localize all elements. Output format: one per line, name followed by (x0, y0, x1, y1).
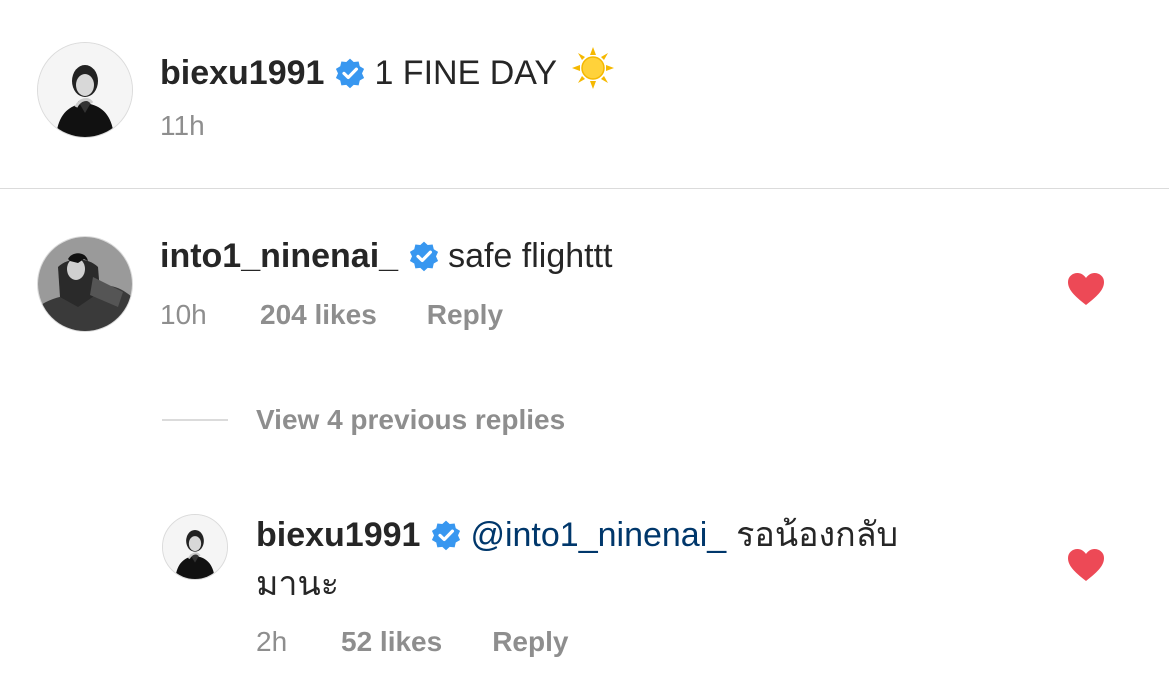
avatar-image (38, 43, 132, 137)
divider (0, 188, 1169, 189)
avatar[interactable] (37, 42, 133, 138)
mention-link[interactable]: @into1_ninenai_ (470, 515, 726, 555)
comment-username[interactable]: into1_ninenai_ (160, 236, 398, 276)
heart-icon[interactable] (1067, 548, 1105, 582)
avatar-image (38, 237, 132, 331)
reply-text-line1: รอน้องกลับ (736, 515, 899, 555)
replies-line (162, 419, 228, 421)
avatar-image (163, 515, 227, 579)
reply-button[interactable]: Reply (492, 626, 568, 658)
comment-time: 10h (160, 299, 207, 330)
reply-username[interactable]: biexu1991 (256, 515, 420, 555)
comment-text: safe flighttt (448, 237, 613, 275)
verified-badge-icon (430, 519, 462, 551)
caption-time: 11h (160, 110, 205, 141)
reply-time: 2h (256, 626, 288, 657)
post-caption: biexu1991 1 FINE DAY 11h (0, 0, 1169, 188)
avatar[interactable] (37, 236, 133, 332)
heart-icon[interactable] (1067, 272, 1105, 306)
caption-username[interactable]: biexu1991 (160, 53, 324, 93)
reply-likes[interactable]: 52 likes (341, 626, 442, 658)
reply-text-line2: มานะ (256, 564, 340, 604)
reply-button[interactable]: Reply (427, 299, 503, 331)
view-previous-replies-button[interactable]: View 4 previous replies (162, 404, 565, 436)
verified-badge-icon (334, 57, 366, 89)
verified-badge-icon (408, 240, 440, 272)
comment-likes[interactable]: 204 likes (260, 299, 377, 331)
sun-emoji-icon (571, 46, 615, 99)
view-replies-label: View 4 previous replies (256, 404, 566, 435)
caption-text: 1 FINE DAY (374, 53, 558, 92)
avatar[interactable] (162, 514, 228, 580)
